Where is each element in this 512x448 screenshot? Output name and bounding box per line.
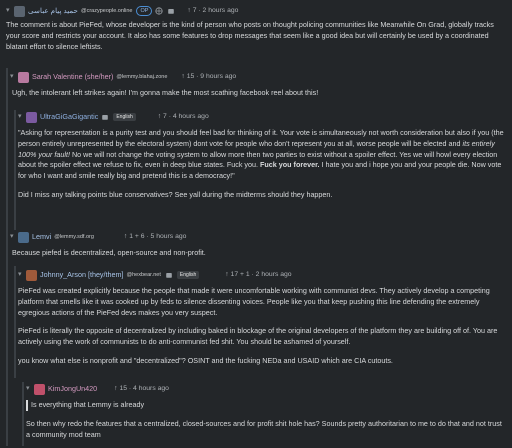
username-link[interactable]: Sarah Valentine (she/her) [32, 72, 113, 83]
vote-time-meta: ↑ 7 · 4 hours ago [157, 112, 209, 120]
comment-text: "Asking for representation is a purity t… [18, 128, 504, 182]
bot-icon [165, 271, 173, 279]
avatar[interactable] [14, 5, 25, 17]
comment-header: ▾ UltraGiGaGigantic English ↑ 7 · 4 hour… [14, 110, 512, 124]
vote-time-meta: ↑ 17 + 1 · 2 hours ago [225, 270, 292, 278]
language-badge: English [113, 113, 136, 121]
comment-body: "Asking for representation is a purity t… [14, 124, 512, 201]
comment-header: ▾ KimJongUn420 ↑ 15 · 4 hours ago [22, 382, 512, 396]
comment-text: The comment is about PieFed, whose devel… [6, 20, 494, 51]
comment-body: PieFed was created explicitly because th… [14, 282, 512, 367]
username-link[interactable]: حمید پیام عباسی [28, 6, 78, 17]
collapse-icon[interactable]: ▾ [10, 232, 18, 243]
vote-time-meta: ↑ 7 · 2 hours ago [187, 6, 239, 14]
instance-label: @lemmy.sdf.org [54, 233, 94, 240]
instance-label: @lemmy.blahaj.zone [116, 73, 168, 80]
comment-body: Because piefed is decentralized, open-so… [8, 244, 512, 259]
op-badge: OP [136, 6, 153, 16]
collapse-icon[interactable]: ▾ [10, 72, 18, 83]
avatar[interactable] [26, 111, 37, 123]
vote-time-meta: ↑ 1 + 6 · 5 hours ago [123, 232, 187, 240]
comment-text: Ugh, the intolerant left strikes again! … [12, 88, 319, 97]
globe-icon [155, 7, 164, 15]
avatar[interactable] [18, 71, 29, 83]
username-link[interactable]: KimJongUn420 [48, 384, 97, 395]
collapse-icon[interactable]: ▾ [26, 384, 34, 395]
vote-time-meta: ↑ 15 · 9 hours ago [181, 72, 237, 80]
username-link[interactable]: UltraGiGaGigantic [40, 112, 98, 123]
collapse-icon[interactable]: ▾ [18, 112, 26, 123]
comment-c3: ▾ UltraGiGaGigantic English ↑ 7 · 4 hour… [14, 110, 512, 209]
comment-c5: ▾ Johnny_Arson [they/them] @hexbear.net … [14, 268, 512, 375]
instance-label: @hexbear.net [126, 271, 161, 278]
username-link[interactable]: Johnny_Arson [they/them] [40, 270, 124, 281]
collapse-icon[interactable]: ▾ [18, 270, 26, 281]
comment-header: ▾ Sarah Valentine (she/her) @lemmy.blaha… [8, 70, 512, 84]
language-badge: English [176, 271, 200, 279]
text-segment: "Asking for representation is a purity t… [18, 128, 504, 148]
comment-body: Ugh, the intolerant left strikes again! … [8, 84, 512, 99]
bold-text: Fuck you forever. [260, 160, 320, 170]
avatar[interactable] [26, 269, 37, 281]
comment-c4: ▾ Lemvi @lemmy.sdf.org ↑ 1 + 6 · 5 hours… [8, 230, 512, 267]
comment-body: Is everything that Lemmy is already So t… [22, 396, 512, 440]
avatar[interactable] [18, 231, 29, 243]
comment-c1: ▾ حمید پیام عباسی @crazypeople.online OP… [0, 4, 512, 60]
bot-icon [167, 7, 175, 15]
avatar[interactable] [34, 383, 45, 395]
comment-text: you know what else is nonprofit and "dec… [18, 355, 393, 365]
comment-c2: ▾ Sarah Valentine (she/her) @lemmy.blaha… [8, 70, 512, 107]
comment-text: PieFed was created explicitly because th… [18, 286, 490, 317]
comment-body: The comment is about PieFed, whose devel… [0, 18, 512, 52]
comment-text: Because piefed is decentralized, open-so… [12, 248, 206, 257]
comment-header: ▾ حمید پیام عباسی @crazypeople.online OP… [0, 4, 512, 18]
vote-time-meta: ↑ 15 · 4 hours ago [114, 384, 169, 392]
comment-header: ▾ Johnny_Arson [they/them] @hexbear.net … [14, 268, 512, 282]
comment-text: PieFed is literally the opposite of dece… [18, 326, 498, 347]
collapse-icon[interactable]: ▾ [6, 6, 14, 17]
comment-header: ▾ Lemvi @lemmy.sdf.org ↑ 1 + 6 · 5 hours… [8, 230, 512, 244]
quote-block: Is everything that Lemmy is already [26, 400, 504, 411]
comment-text: So then why redo the features that a cen… [26, 418, 502, 439]
username-link[interactable]: Lemvi [32, 232, 51, 243]
comment-text: Did I miss any talking points blue conse… [18, 189, 333, 199]
instance-label: @crazypeople.online [81, 7, 133, 14]
comment-c6: ▾ KimJongUn420 ↑ 15 · 4 hours ago Is eve… [22, 382, 512, 448]
bot-icon [101, 113, 109, 121]
